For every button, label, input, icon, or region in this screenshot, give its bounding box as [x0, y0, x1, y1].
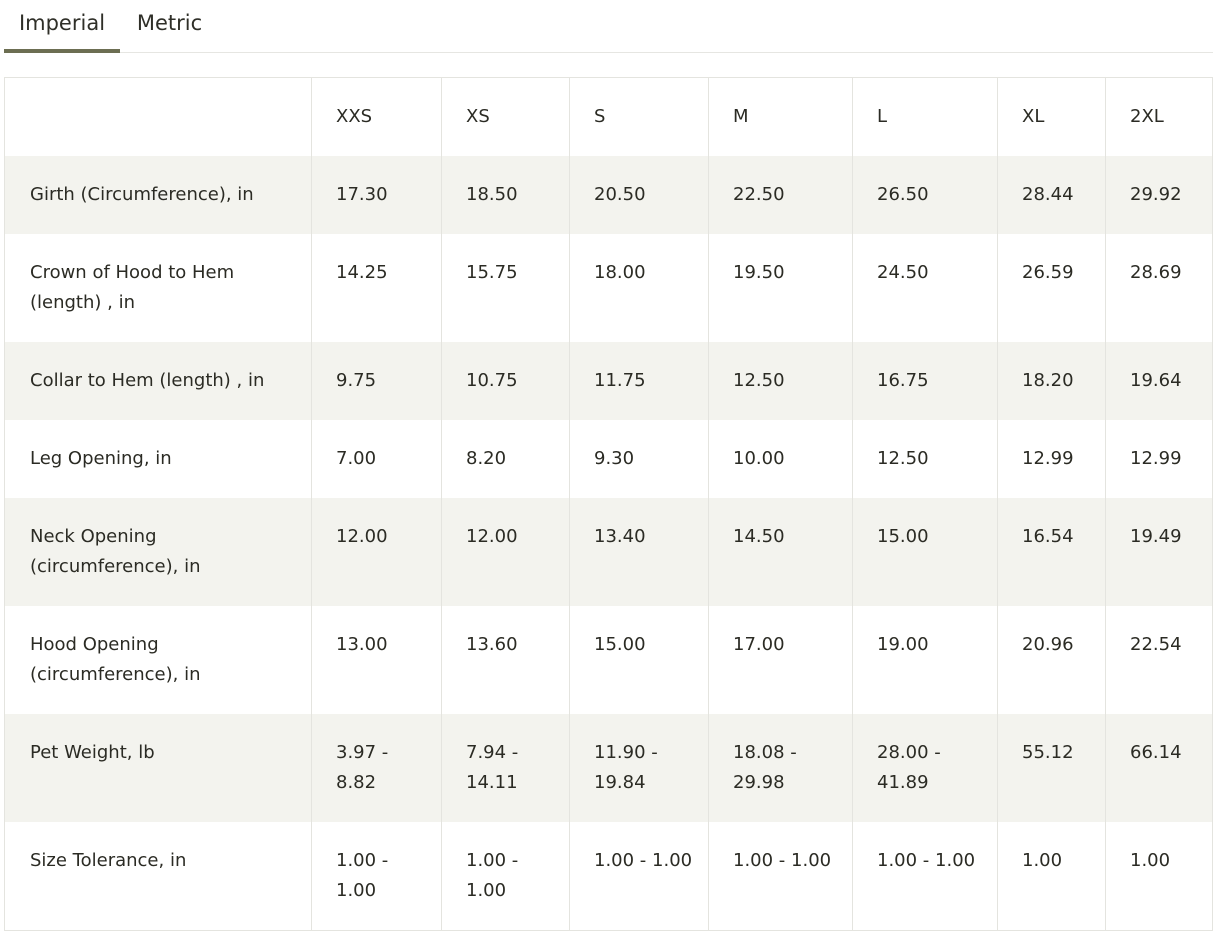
- table-cell: 17.30: [311, 156, 442, 234]
- table-cell: 3.97 - 8.82: [311, 714, 442, 822]
- table-cell: 1.00 - 1.00: [311, 822, 442, 931]
- row-label: Neck Opening (circumference), in: [4, 498, 312, 606]
- table-cell: 14.50: [708, 498, 853, 606]
- table-cell: 1.00 - 1.00: [569, 822, 709, 931]
- table-row: Pet Weight, lb 3.97 - 8.82 7.94 - 14.11 11.…: [4, 714, 1213, 822]
- table-cell: 20.50: [569, 156, 709, 234]
- table-cell: 29.92: [1105, 156, 1213, 234]
- row-label: Girth (Circumference), in: [4, 156, 312, 234]
- table-cell: 9.30: [569, 420, 709, 498]
- table-cell: 1.00 - 1.00: [441, 822, 570, 931]
- table-cell: 13.00: [311, 606, 442, 714]
- table-cell: 8.20: [441, 420, 570, 498]
- table-cell: 12.00: [441, 498, 570, 606]
- table-cell: 1.00: [1105, 822, 1213, 931]
- table-row: Hood Opening (circumference), in 13.00 13.…: [4, 606, 1213, 714]
- table-cell: 1.00: [997, 822, 1106, 931]
- table-cell: 15.00: [852, 498, 998, 606]
- table-cell: 12.50: [708, 342, 853, 420]
- row-label: Collar to Hem (length) , in: [4, 342, 312, 420]
- table-cell: 19.49: [1105, 498, 1213, 606]
- table-cell: 12.99: [997, 420, 1106, 498]
- header-cell-m: M: [708, 77, 853, 156]
- table-cell: 28.00 - 41.89: [852, 714, 998, 822]
- table-cell: 20.96: [997, 606, 1106, 714]
- table-cell: 18.08 - 29.98: [708, 714, 853, 822]
- table-row: Collar to Hem (length) , in 9.75 10.75 11.7…: [4, 342, 1213, 420]
- header-cell-2xl: 2XL: [1105, 77, 1213, 156]
- table-cell: 16.75: [852, 342, 998, 420]
- table-cell: 16.54: [997, 498, 1106, 606]
- table-cell: 11.90 - 19.84: [569, 714, 709, 822]
- header-cell-s: S: [569, 77, 709, 156]
- table-cell: 19.00: [852, 606, 998, 714]
- row-label: Pet Weight, lb: [4, 714, 312, 822]
- table-row: Girth (Circumference), in 17.30 18.50 20.50…: [4, 156, 1213, 234]
- table-cell: 13.60: [441, 606, 570, 714]
- row-label: Hood Opening (circumference), in: [4, 606, 312, 714]
- unit-tabs: Imperial Metric: [4, 0, 1213, 53]
- size-chart-table: XXS XS S M L XL 2XL Girth (Circumference…: [4, 77, 1213, 931]
- table-cell: 18.00: [569, 234, 709, 342]
- table-cell: 15.75: [441, 234, 570, 342]
- table-cell: 66.14: [1105, 714, 1213, 822]
- table-header-row: XXS XS S M L XL 2XL: [4, 77, 1213, 156]
- table-cell: 55.12: [997, 714, 1106, 822]
- header-cell-xs: XS: [441, 77, 570, 156]
- table-cell: 10.75: [441, 342, 570, 420]
- table-cell: 13.40: [569, 498, 709, 606]
- table-row: Neck Opening (circumference), in 12.00 12.…: [4, 498, 1213, 606]
- header-cell-xxs: XXS: [311, 77, 442, 156]
- table-cell: 28.69: [1105, 234, 1213, 342]
- table-cell: 1.00 - 1.00: [708, 822, 853, 931]
- table-cell: 22.54: [1105, 606, 1213, 714]
- table-cell: 28.44: [997, 156, 1106, 234]
- row-label: Crown of Hood to Hem (length) , in: [4, 234, 312, 342]
- header-cell-xl: XL: [997, 77, 1106, 156]
- header-cell-l: L: [852, 77, 998, 156]
- tab-metric[interactable]: Metric: [132, 0, 207, 52]
- table-cell: 24.50: [852, 234, 998, 342]
- row-label: Size Tolerance, in: [4, 822, 312, 931]
- table-row: Leg Opening, in 7.00 8.20 9.30 10.00 12.50 12.…: [4, 420, 1213, 498]
- table-cell: 7.00: [311, 420, 442, 498]
- header-cell-empty: [4, 77, 312, 156]
- table-cell: 10.00: [708, 420, 853, 498]
- row-label: Leg Opening, in: [4, 420, 312, 498]
- table-body: Girth (Circumference), in 17.30 18.50 20.50…: [4, 156, 1213, 931]
- table-cell: 19.64: [1105, 342, 1213, 420]
- table-cell: 26.50: [852, 156, 998, 234]
- table-row: Crown of Hood to Hem (length) , in 14.25 1…: [4, 234, 1213, 342]
- table-cell: 18.50: [441, 156, 570, 234]
- tab-imperial[interactable]: Imperial: [4, 0, 120, 53]
- table-cell: 12.50: [852, 420, 998, 498]
- table-cell: 9.75: [311, 342, 442, 420]
- table-cell: 12.00: [311, 498, 442, 606]
- table-cell: 12.99: [1105, 420, 1213, 498]
- table-cell: 1.00 - 1.00: [852, 822, 998, 931]
- table-row: Size Tolerance, in 1.00 - 1.00 1.00 - 1.00…: [4, 822, 1213, 931]
- table-cell: 7.94 - 14.11: [441, 714, 570, 822]
- table-cell: 14.25: [311, 234, 442, 342]
- table-cell: 11.75: [569, 342, 709, 420]
- table-cell: 17.00: [708, 606, 853, 714]
- table-cell: 26.59: [997, 234, 1106, 342]
- table-cell: 22.50: [708, 156, 853, 234]
- table-cell: 19.50: [708, 234, 853, 342]
- table-cell: 15.00: [569, 606, 709, 714]
- table-cell: 18.20: [997, 342, 1106, 420]
